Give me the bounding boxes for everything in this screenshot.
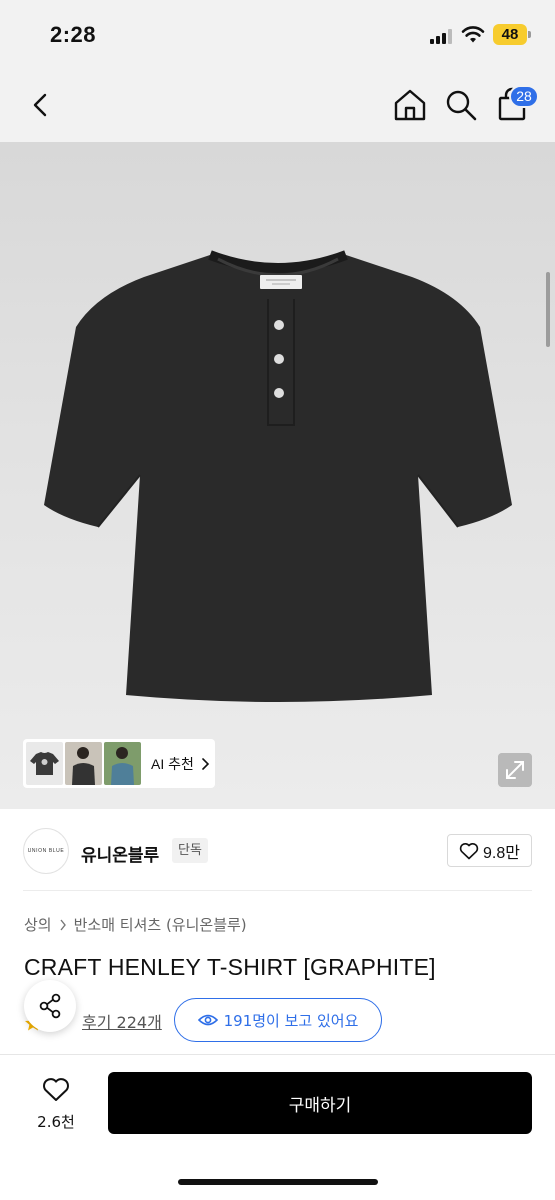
model-thumbnail-1[interactable] xyxy=(65,742,102,785)
review-count-link[interactable]: 후기 224개 xyxy=(82,1009,162,1033)
heart-icon xyxy=(459,842,479,859)
brand-like-count: 9.8만 xyxy=(483,844,520,862)
share-button[interactable] xyxy=(24,980,76,1032)
scroll-indicator xyxy=(546,272,550,347)
divider xyxy=(23,890,532,891)
back-arrow-icon[interactable] xyxy=(24,88,58,122)
chevron-right-icon xyxy=(202,757,210,770)
cart-count-badge: 28 xyxy=(509,85,539,108)
breadcrumb: 상의 반소매 티셔츠 (유니온블루) xyxy=(24,914,247,935)
heart-icon xyxy=(43,1078,69,1101)
battery-cap xyxy=(528,31,531,38)
home-indicator xyxy=(178,1179,378,1185)
brand-row: UNION BLUE 유니온블루 단독 9.8만 xyxy=(0,809,555,891)
chevron-right-icon xyxy=(60,919,66,930)
status-bar: 2:28 48 xyxy=(0,0,555,70)
expand-icon[interactable] xyxy=(498,753,532,787)
product-title: CRAFT HENLEY T-SHIRT [GRAPHITE] xyxy=(24,954,436,980)
wishlist-button[interactable]: 2.6천 xyxy=(28,1073,84,1137)
brand-logo-text: UNION BLUE xyxy=(27,848,65,854)
wishlist-count: 2.6천 xyxy=(37,1113,75,1131)
breadcrumb-item-category[interactable]: 상의 xyxy=(24,914,52,935)
ai-recommend-button[interactable]: AI 추천 xyxy=(23,739,215,788)
brand-logo[interactable]: UNION BLUE xyxy=(23,828,69,874)
exclusive-badge: 단독 xyxy=(172,838,208,863)
top-nav-bar xyxy=(0,70,555,142)
brand-name[interactable]: 유니온블루 xyxy=(81,841,159,866)
viewers-badge: 191명이 보고 있어요 xyxy=(174,998,382,1042)
product-image[interactable] xyxy=(0,142,555,809)
ai-recommend-label: AI 추천 xyxy=(151,755,194,772)
model-thumbnail-2[interactable] xyxy=(104,742,141,785)
home-icon[interactable] xyxy=(392,87,428,123)
status-time: 2:28 xyxy=(50,22,97,47)
wifi-icon xyxy=(461,26,485,43)
search-icon[interactable] xyxy=(443,87,479,123)
tshirt-thumbnail[interactable] xyxy=(26,742,63,785)
henley-tshirt-image xyxy=(44,250,512,702)
brand-like-button[interactable]: 9.8만 xyxy=(447,834,532,867)
bottom-action-bar: 2.6천 구매하기 xyxy=(0,1055,555,1200)
battery-icon: 48 xyxy=(493,24,527,45)
eye-icon xyxy=(197,1014,218,1026)
breadcrumb-item-subcategory[interactable]: 반소매 티셔츠 (유니온블루) xyxy=(74,914,247,935)
signal-icon xyxy=(430,28,456,44)
viewers-text: 191명이 보고 있어요 xyxy=(223,1011,359,1030)
buy-button[interactable]: 구매하기 xyxy=(108,1072,532,1134)
share-icon xyxy=(39,993,61,1019)
